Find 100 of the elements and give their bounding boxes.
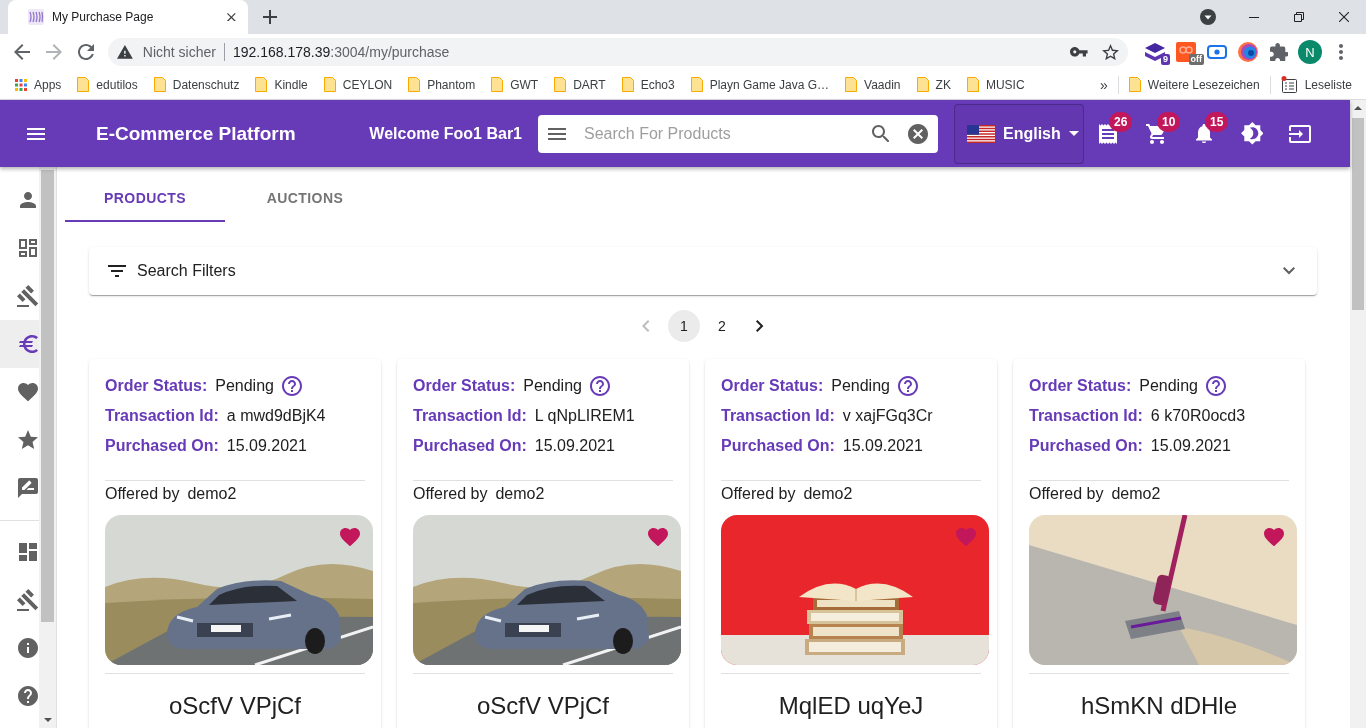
notifications-icon[interactable] (1196, 123, 1212, 144)
product-title: hSmKN dDHle (1079, 692, 1238, 720)
bookmark[interactable]: CEYLON (315, 72, 401, 97)
order-field-label: Purchased On: (413, 437, 527, 455)
search-bar[interactable]: Search For Products (538, 114, 938, 153)
help-icon[interactable] (589, 376, 610, 396)
layers-icon[interactable] (1145, 43, 1165, 61)
order-field-label: Order Status: (105, 377, 208, 395)
language-button[interactable]: English (954, 103, 1084, 164)
help-icon[interactable] (1205, 376, 1226, 396)
bookmark[interactable]: Playn Game Java G… (682, 72, 838, 97)
close-icon[interactable] (1338, 12, 1349, 22)
tab[interactable]: PRODUCTS (65, 175, 225, 222)
heart-icon[interactable] (340, 528, 360, 547)
folder-icon (153, 77, 166, 92)
browser-tab[interactable]: My Purchase Page (8, 0, 248, 34)
order-field-label: Purchased On: (721, 437, 835, 455)
bookmark[interactable]: Datenschutz (145, 72, 248, 97)
search-filters-panel[interactable]: Search Filters (89, 247, 1317, 295)
close-tab-icon[interactable] (227, 12, 236, 22)
restore-icon[interactable] (1293, 12, 1304, 22)
order-field-label: Transaction Id: (721, 407, 835, 425)
folder-icon (1128, 77, 1141, 92)
back-icon[interactable] (14, 44, 30, 60)
bookmark-star-icon[interactable] (1102, 43, 1119, 61)
heart-icon[interactable] (1264, 528, 1284, 547)
address-bar[interactable]: Nicht sicher 192.168.178.39:3004/my/purchase (108, 38, 1128, 66)
menu-icon[interactable] (27, 127, 45, 140)
bookmark[interactable]: Echo3 (613, 72, 683, 97)
order-field-value: 15.09.2021 (226, 437, 307, 455)
login-icon[interactable] (1289, 124, 1311, 143)
help-icon[interactable] (897, 376, 918, 396)
chevron-right-icon[interactable] (756, 320, 764, 332)
bookmark[interactable]: DART (546, 72, 614, 97)
filter-icon (108, 265, 126, 277)
order-field-label: Purchased On: (105, 437, 219, 455)
clear-icon[interactable] (908, 123, 928, 144)
search-icon[interactable] (871, 124, 889, 143)
tab[interactable]: AUCTIONS (225, 175, 385, 222)
scrollbar-thumb[interactable] (1352, 118, 1364, 310)
offered-by-label: Offered by (413, 485, 488, 503)
folder-icon (255, 77, 268, 92)
puzzle-icon[interactable] (1269, 42, 1289, 62)
favicon-icon (28, 9, 44, 25)
product-title: MqlED uqYeJ (777, 692, 925, 720)
seller-name: demo2 (495, 485, 545, 503)
help-icon[interactable] (281, 376, 302, 396)
dashboard-icon (19, 543, 37, 561)
page-button[interactable]: 2 (706, 310, 738, 342)
bookmark[interactable]: GWT (483, 72, 547, 97)
bookmark[interactable]: Apps (7, 72, 70, 97)
caret-icon (1068, 131, 1079, 136)
folder-icon (621, 77, 634, 92)
bookmark[interactable]: Vaadin (837, 72, 909, 97)
key-icon[interactable] (1070, 47, 1088, 57)
dashboard-icon (19, 239, 37, 257)
scroll-down-icon[interactable] (43, 718, 52, 722)
bookmark[interactable]: Kindle (247, 72, 316, 97)
info-icon (18, 638, 38, 658)
scrollbar-thumb[interactable] (41, 170, 54, 622)
bookmark[interactable]: MUSIC (958, 72, 1033, 97)
bookmark[interactable]: edutilos (69, 72, 146, 97)
bookmark[interactable]: Phantom (400, 72, 484, 97)
bookmark[interactable]: ZK (908, 72, 959, 97)
profile-avatar[interactable]: N (1298, 40, 1322, 64)
sidebar-item[interactable] (0, 320, 39, 368)
security-label[interactable]: Nicht sicher (142, 44, 216, 60)
chevron-icon[interactable] (1283, 267, 1295, 275)
warning-icon[interactable] (117, 45, 133, 59)
more-icon[interactable] (1339, 44, 1343, 60)
order-field-label: Order Status: (413, 377, 516, 395)
product-title: oScfV VPjCf (167, 692, 302, 720)
scrollbar[interactable] (39, 167, 56, 728)
reload-icon[interactable] (78, 44, 94, 60)
scrollbar[interactable] (1350, 100, 1366, 728)
search-field[interactable]: Search For Products (584, 124, 872, 143)
dropdown-icon[interactable] (1200, 9, 1216, 25)
new-tab-icon[interactable] (263, 10, 277, 24)
minimize-icon[interactable] (1248, 16, 1259, 18)
heart-icon[interactable] (648, 528, 668, 547)
bookmark[interactable]: Weitere Lesezeichen (1120, 72, 1268, 97)
folder-icon (690, 77, 703, 92)
more-bookmarks-button[interactable]: » (1092, 76, 1116, 93)
flag-icon (967, 124, 995, 143)
menu-icon[interactable] (548, 127, 566, 140)
seller-name: demo2 (803, 485, 853, 503)
brightness-icon[interactable] (1240, 122, 1264, 145)
app-title: E-Commerce Platform (96, 122, 296, 145)
scroll-up-icon[interactable] (1354, 106, 1362, 110)
extension-badge: 9 (1161, 54, 1170, 65)
count-badge: 26 (1109, 111, 1133, 132)
gavel-icon (17, 589, 39, 611)
order-field-value: Pending (1139, 377, 1198, 395)
page-button[interactable]: 1 (668, 310, 700, 342)
folder-icon (491, 77, 504, 92)
globe-icon[interactable] (1238, 42, 1258, 62)
screen-record-icon[interactable] (1207, 45, 1227, 59)
reading-list-button[interactable]: Leseliste (1272, 72, 1360, 97)
url-text[interactable]: 192.168.178.39:3004/my/purchase (232, 44, 450, 60)
order-field-label: Order Status: (1029, 377, 1132, 395)
